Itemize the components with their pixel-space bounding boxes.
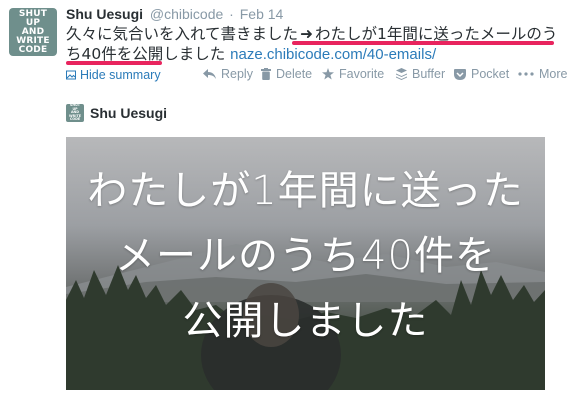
tweet-header: Shu Uesugi @chibicode · Feb 14	[66, 6, 283, 22]
card-header[interactable]: SHUT UP AND WRITE CODE Shu Uesugi	[66, 103, 168, 122]
favorite-button[interactable]: Favorite	[322, 66, 384, 82]
more-label: More	[539, 67, 568, 81]
buffer-icon	[396, 68, 407, 80]
pocket-label: Pocket	[471, 67, 510, 81]
reply-icon	[203, 69, 216, 79]
hide-summary-label: Hide summary	[80, 68, 161, 82]
reply-label: Reply	[221, 67, 253, 81]
card-title: わたしが1年間に送った メールのうち40件を 公開しました	[66, 137, 545, 354]
author-name[interactable]: Shu Uesugi	[66, 6, 143, 22]
card-avatar: SHUT UP AND WRITE CODE	[66, 103, 84, 122]
buffer-label: Buffer	[412, 67, 446, 81]
highlight-underline	[292, 41, 554, 45]
delete-button[interactable]: Delete	[261, 66, 312, 82]
favorite-label: Favorite	[339, 67, 385, 81]
card-avatar-text-line: CODE	[69, 117, 81, 122]
pocket-button[interactable]: Pocket	[454, 66, 509, 82]
card-image[interactable]: わたしが1年間に送った メールのうち40件を 公開しました	[66, 137, 545, 390]
more-icon	[518, 72, 534, 76]
image-icon	[66, 70, 76, 80]
star-icon	[322, 68, 334, 80]
tweet-link[interactable]: naze.chibicode.com/40-emails/	[230, 46, 436, 63]
card-title-line: メールのうち40件を	[115, 233, 496, 279]
reply-button[interactable]: Reply	[203, 66, 253, 82]
highlight-underline	[66, 61, 162, 65]
tweet-timestamp[interactable]: Feb 14	[240, 6, 284, 22]
more-button[interactable]: More	[518, 66, 567, 82]
pocket-icon	[454, 68, 466, 80]
delete-label: Delete	[276, 67, 313, 81]
header-separator: ·	[229, 6, 234, 22]
avatar-text-line: CODE	[18, 44, 48, 55]
author-handle[interactable]: @chibicode	[150, 6, 223, 22]
avatar[interactable]: SHUT UP AND WRITE CODE	[9, 8, 57, 56]
tweet-text-intro: 久々に気合いを入れて書きました	[66, 25, 299, 43]
card-title-line: 公開しました	[182, 298, 429, 344]
buffer-button[interactable]: Buffer	[396, 66, 445, 82]
card-title-line: わたしが1年間に送った	[87, 168, 524, 214]
trash-icon	[261, 68, 271, 80]
card-author-name: Shu Uesugi	[90, 105, 168, 121]
hide-summary-button[interactable]: Hide summary	[66, 68, 161, 82]
